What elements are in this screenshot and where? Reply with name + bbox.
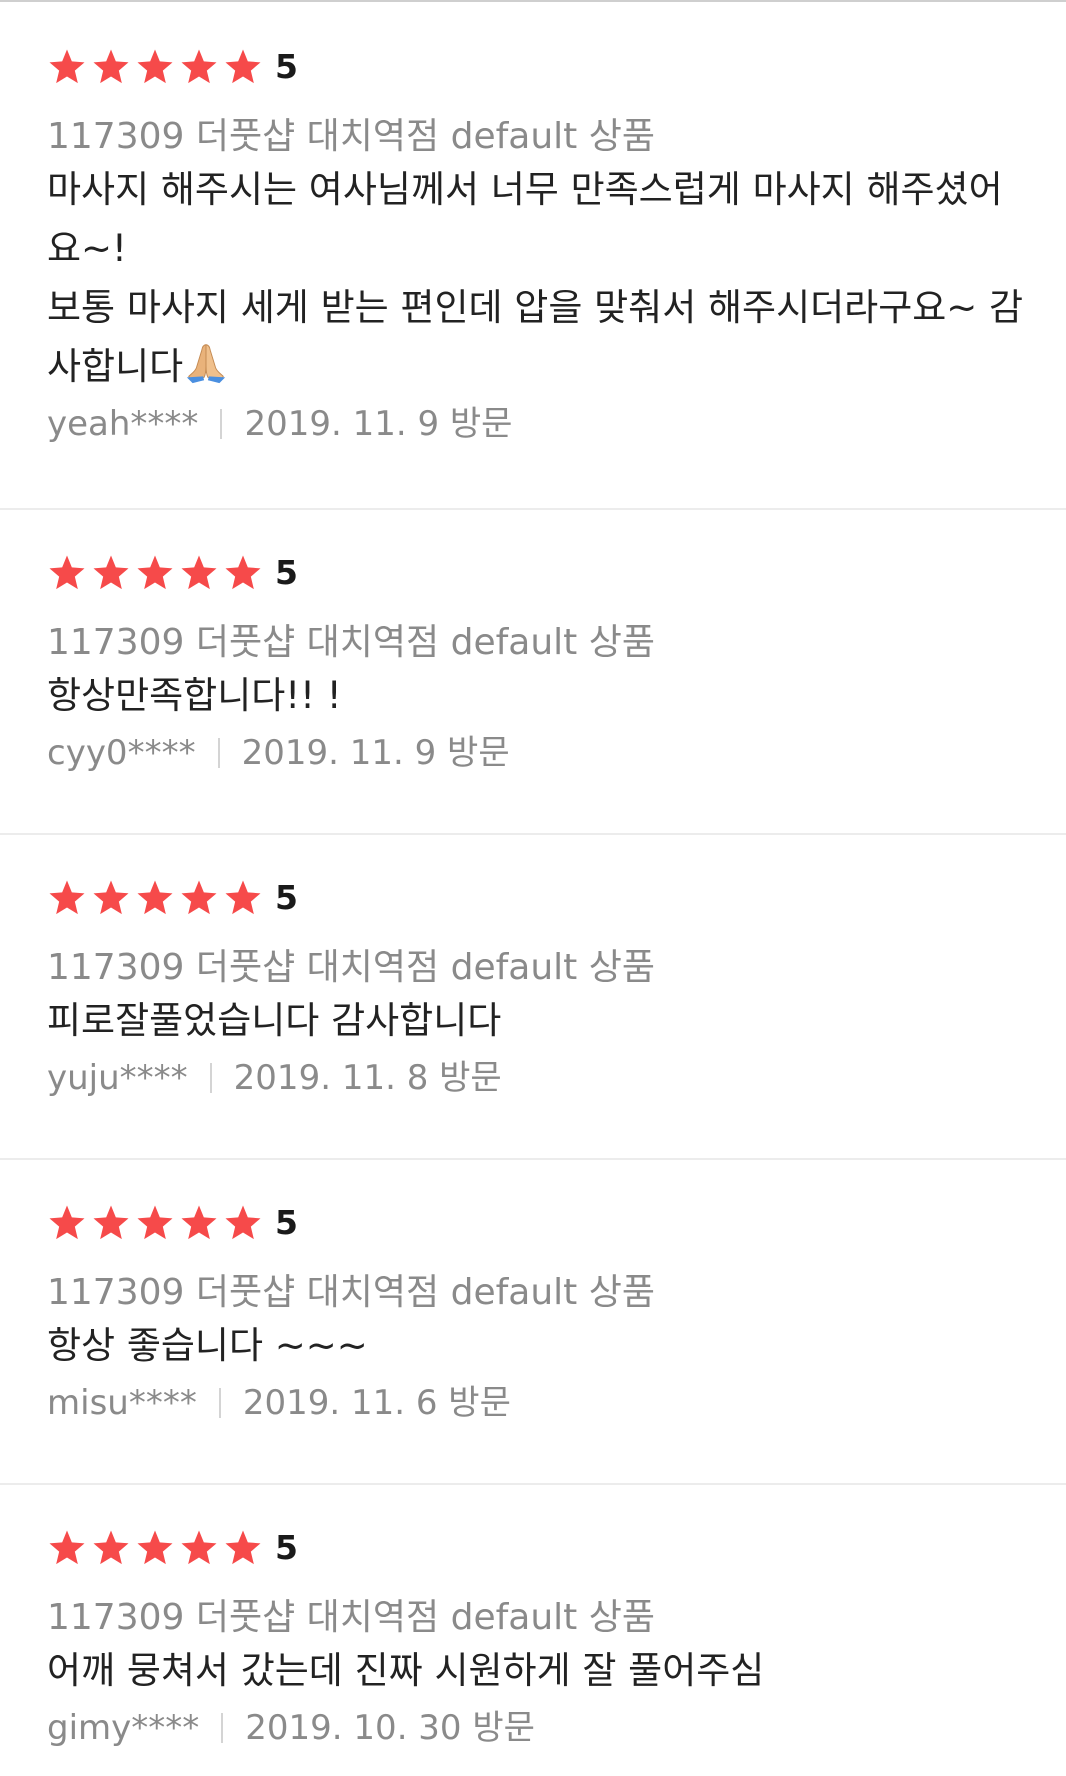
review-text-line: 항상만족합니다!! ! <box>47 674 342 717</box>
review-meta: gimy**** 2019. 10. 30 방문 <box>47 1700 1026 1756</box>
rating-row: 5 <box>47 42 1026 92</box>
review-text: 피로잘풀었습니다 감사합니다 <box>47 991 1026 1050</box>
rating-row: 5 <box>47 548 1026 598</box>
rating-score: 5 <box>275 1203 298 1242</box>
review-divider <box>0 1483 1066 1485</box>
meta-separator <box>209 1063 212 1093</box>
review-item[interactable]: 5 117309 더풋샵 대치역점 default 상품 항상만족합니다!! !… <box>0 548 1066 781</box>
review-divider <box>0 508 1066 510</box>
star-icon <box>225 49 261 84</box>
reviewer-id[interactable]: yeah**** <box>47 396 198 452</box>
review-divider <box>0 833 1066 835</box>
meta-separator <box>218 1388 221 1418</box>
star-icon <box>93 1530 129 1565</box>
review-meta: yeah**** 2019. 11. 9 방문 <box>47 396 1026 452</box>
visit-date: 2019. 10. 30 방문 <box>245 1708 535 1748</box>
star-icon <box>225 880 261 915</box>
meta-separator <box>221 1713 224 1743</box>
review-text-line: 사합니다 <box>47 345 184 388</box>
review-item[interactable]: 5 117309 더풋샵 대치역점 default 상품 마사지 해주시는 여사… <box>0 42 1066 452</box>
rating-score: 5 <box>275 47 298 86</box>
star-icon <box>225 1530 261 1565</box>
star-icon <box>181 1205 217 1240</box>
star-icon <box>181 555 217 590</box>
review-meta: misu**** 2019. 11. 6 방문 <box>47 1375 1026 1431</box>
review-text-line: 피로잘풀었습니다 감사합니다 <box>47 999 502 1042</box>
star-rating <box>47 47 267 87</box>
rating-score: 5 <box>275 878 298 917</box>
product-name: 117309 더풋샵 대치역점 default 상품 <box>47 1597 655 1638</box>
star-rating <box>47 1528 267 1568</box>
review-meta: cyy0**** 2019. 11. 9 방문 <box>47 725 1026 781</box>
visit-date: 2019. 11. 9 방문 <box>241 733 510 773</box>
star-rating <box>47 1203 267 1243</box>
rating-row: 5 <box>47 1198 1026 1248</box>
star-icon <box>137 555 173 590</box>
product-name: 117309 더풋샵 대치역점 default 상품 <box>47 1272 655 1313</box>
review-item[interactable]: 5 117309 더풋샵 대치역점 default 상품 어깨 뭉쳐서 갔는데 … <box>0 1523 1066 1756</box>
visit-date: 2019. 11. 8 방문 <box>233 1058 502 1098</box>
star-icon <box>137 880 173 915</box>
review-text: 항상만족합니다!! ! <box>47 666 1026 725</box>
rating-row: 5 <box>47 873 1026 923</box>
review-text-line: 항상 좋습니다 ~~~ <box>47 1324 368 1367</box>
rating-row: 5 <box>47 1523 1026 1573</box>
star-icon <box>93 555 129 590</box>
star-icon <box>137 49 173 84</box>
star-icon <box>181 880 217 915</box>
star-icon <box>49 1205 85 1240</box>
review-divider <box>0 1158 1066 1160</box>
star-icon <box>181 1530 217 1565</box>
star-icon <box>93 1205 129 1240</box>
star-icon <box>225 1205 261 1240</box>
review-text-line: 마사지 해주시는 여사님께서 너무 만족스럽게 마사지 해주셨어 <box>47 168 1003 211</box>
review-meta: yuju**** 2019. 11. 8 방문 <box>47 1050 1026 1106</box>
star-icon <box>137 1530 173 1565</box>
review-item[interactable]: 5 117309 더풋샵 대치역점 default 상품 항상 좋습니다 ~~~… <box>0 1198 1066 1431</box>
star-icon <box>93 49 129 84</box>
star-icon <box>49 880 85 915</box>
review-item[interactable]: 5 117309 더풋샵 대치역점 default 상품 피로잘풀었습니다 감사… <box>0 873 1066 1106</box>
visit-date: 2019. 11. 9 방문 <box>244 404 513 444</box>
star-icon <box>93 880 129 915</box>
product-name: 117309 더풋샵 대치역점 default 상품 <box>47 947 655 988</box>
star-icon <box>49 49 85 84</box>
reviewer-id[interactable]: yuju**** <box>47 1050 188 1106</box>
product-name: 117309 더풋샵 대치역점 default 상품 <box>47 622 655 663</box>
review-text: 마사지 해주시는 여사님께서 너무 만족스럽게 마사지 해주셨어 요~! 보통 … <box>47 160 1026 396</box>
star-icon <box>49 1530 85 1565</box>
review-text-line: 보통 마사지 세게 받는 편인데 압을 맞춰서 해주시더라구요~ 감 <box>47 286 1024 329</box>
star-icon <box>49 555 85 590</box>
review-text-line-with-emoji: 사합니다 <box>47 337 1026 396</box>
review-text: 어깨 뭉쳐서 갔는데 진짜 시원하게 잘 풀어주심 <box>47 1641 1026 1700</box>
rating-score: 5 <box>275 1528 298 1567</box>
reviewer-id[interactable]: gimy**** <box>47 1700 199 1756</box>
meta-separator <box>217 738 220 768</box>
reviewer-id[interactable]: misu**** <box>47 1375 197 1431</box>
star-rating <box>47 553 267 593</box>
product-name: 117309 더풋샵 대치역점 default 상품 <box>47 116 655 157</box>
review-text-line: 요~! <box>47 227 127 270</box>
star-rating <box>47 878 267 918</box>
reviewer-id[interactable]: cyy0**** <box>47 725 196 781</box>
folded-hands-emoji-icon <box>187 344 226 384</box>
star-icon <box>181 49 217 84</box>
top-border <box>0 0 1066 2</box>
star-icon <box>225 555 261 590</box>
visit-date: 2019. 11. 6 방문 <box>242 1383 511 1423</box>
meta-separator <box>220 409 223 439</box>
star-icon <box>137 1205 173 1240</box>
rating-score: 5 <box>275 553 298 592</box>
review-text: 항상 좋습니다 ~~~ <box>47 1316 1026 1375</box>
review-text-line: 어깨 뭉쳐서 갔는데 진짜 시원하게 잘 풀어주심 <box>47 1649 765 1692</box>
